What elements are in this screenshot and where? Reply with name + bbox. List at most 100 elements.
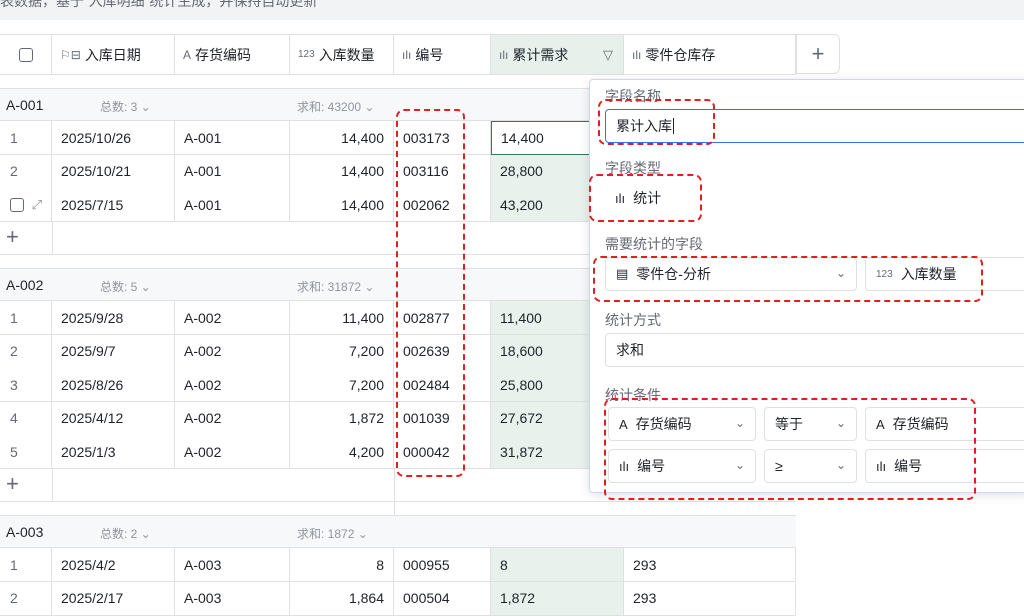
table-cell-qty[interactable]: 14,400 (290, 154, 394, 189)
divider (52, 469, 53, 502)
table-description: 表数据，基于“入库明细”统计生成，并保持自动更新 (0, 0, 318, 9)
chevron-down-icon: ⌄ (835, 458, 846, 472)
table-cell-qty[interactable]: 4,200 (290, 435, 394, 470)
column-header-cumulative[interactable]: ılı 累计需求 ▽ (491, 34, 624, 75)
table-cell-date[interactable]: 2025/4/2 (52, 548, 175, 582)
table-cell-stock[interactable]: 293 (624, 581, 796, 616)
table-cell-date[interactable]: 2025/2/17 (52, 581, 175, 616)
row-checkbox[interactable] (10, 197, 24, 212)
table-cell-qty[interactable]: 1,864 (290, 581, 394, 616)
group-count[interactable]: 总数: 2 ⌄ (100, 525, 151, 542)
table-cell-code[interactable]: A-003 (175, 581, 290, 616)
table-cell-date[interactable]: 2025/8/26 (52, 368, 175, 403)
table-cell-qty[interactable]: 11,400 (290, 301, 394, 335)
column-header-no[interactable]: ılı 编号 (394, 34, 491, 75)
chevron-down-icon: ⌄ (734, 416, 745, 430)
field-name-input[interactable]: 累计入库 (605, 109, 1024, 143)
chevron-down-icon: ⌄ (835, 416, 846, 430)
field-config-panel: 字段名称 累计入库 字段类型 ılı 统计 需要统计的字段 ▤ 零件仓-分析 ⌄… (589, 79, 1024, 493)
table-cell-date[interactable]: 2025/9/7 (52, 334, 175, 369)
table-cell-idx[interactable]: 1 (0, 301, 52, 335)
group-sum[interactable]: 求和: 43200 ⌄ (297, 98, 374, 115)
stat-table-select[interactable]: ▤ 零件仓-分析 ⌄ (605, 257, 857, 291)
divider (52, 222, 53, 255)
table-cell-date[interactable]: 2025/4/12 (52, 401, 175, 436)
table-cell-no[interactable]: 003173 (394, 121, 491, 155)
table-cell-no[interactable]: 000955 (394, 548, 491, 582)
condition-1-op-select[interactable]: 等于 ⌄ (764, 407, 857, 441)
table-cell-qty[interactable]: 7,200 (290, 334, 394, 369)
column-header-qty[interactable]: 123 入库数量 (290, 34, 394, 75)
table-cell-code[interactable]: A-002 (175, 401, 290, 436)
column-header-date[interactable]: ⚐⊟ 入库日期 (52, 34, 175, 75)
condition-1-right-select[interactable]: A 存货编码 (865, 407, 1024, 441)
table-cell-date[interactable]: 2025/7/15 (52, 188, 175, 223)
select-all-checkbox[interactable] (18, 47, 33, 62)
column-header-code[interactable]: A 存货编码 (175, 34, 290, 75)
table-cell-qty[interactable]: 1,872 (290, 401, 394, 436)
column-header-stock[interactable]: ılı 零件仓库存 (624, 34, 796, 75)
condition-2-op-select[interactable]: ≥ ⌄ (764, 449, 857, 483)
group-title: A-001 (6, 97, 44, 113)
table-cell-qty[interactable]: 14,400 (290, 121, 394, 155)
table-cell-no[interactable]: 002877 (394, 301, 491, 335)
table-cell-code[interactable]: A-002 (175, 368, 290, 403)
table-cell-no[interactable]: 002639 (394, 334, 491, 369)
field-type-label: 字段类型 (605, 160, 661, 176)
expand-icon[interactable]: ⤢ (32, 197, 42, 213)
condition-2-left-select[interactable]: ılı 编号 ⌄ (608, 449, 756, 483)
table-cell-idx[interactable]: 2 (0, 334, 52, 369)
table-cell-idx[interactable]: 1 (0, 548, 52, 582)
table-cell-idx[interactable]: 2 (0, 154, 52, 189)
table-cell-no[interactable]: 002062 (394, 188, 491, 223)
table-cell-code[interactable]: A-003 (175, 548, 290, 582)
table-cell-idx[interactable]: 3 (0, 368, 52, 403)
select-all-header[interactable] (0, 34, 52, 75)
field-type-select[interactable]: ılı 统计 (605, 181, 1024, 215)
condition-label: 统计条件 (605, 387, 661, 403)
group-sum[interactable]: 求和: 1872 ⌄ (297, 525, 368, 542)
table-cell-cum[interactable]: 1,872 (491, 581, 624, 616)
table-cell-qty[interactable]: 14,400 (290, 188, 394, 223)
table-cell-idx[interactable]: 2 (0, 581, 52, 616)
table-cell-idx[interactable]: 4 (0, 401, 52, 436)
table-cell-code[interactable]: A-001 (175, 154, 290, 189)
table-cell-no[interactable]: 000042 (394, 435, 491, 470)
stat-field-icon: ılı (402, 47, 412, 62)
group-title: A-002 (6, 277, 44, 293)
group-header[interactable]: A-003 总数: 2 ⌄ 求和: 1872 ⌄ (0, 515, 796, 548)
table-cell-code[interactable]: A-001 (175, 188, 290, 223)
stat-field-select[interactable]: 123 入库数量 (865, 257, 1024, 291)
condition-2-right-select[interactable]: ılı 编号 (865, 449, 1024, 483)
table-cell-idx[interactable]: 1 (0, 121, 52, 155)
table-cell-cum[interactable]: 8 (491, 548, 624, 582)
table-cell-date[interactable]: 2025/10/21 (52, 154, 175, 189)
stat-field-label: 需要统计的字段 (605, 236, 703, 252)
group-sum[interactable]: 求和: 31872 ⌄ (297, 278, 374, 295)
table-cell-code[interactable]: A-001 (175, 121, 290, 155)
table-cell-idx[interactable]: ⤢ (0, 188, 52, 223)
method-select[interactable]: 求和 (605, 333, 1024, 367)
table-cell-no[interactable]: 002484 (394, 368, 491, 403)
chevron-down-icon: ⌄ (734, 458, 745, 472)
table-cell-date[interactable]: 2025/10/26 (52, 121, 175, 155)
condition-1-left-select[interactable]: A 存货编码 ⌄ (608, 407, 756, 441)
table-cell-stock[interactable]: 293 (624, 548, 796, 582)
table-cell-idx[interactable]: 5 (0, 435, 52, 470)
table-cell-date[interactable]: 2025/1/3 (52, 435, 175, 470)
table-cell-code[interactable]: A-002 (175, 301, 290, 335)
table-cell-qty[interactable]: 8 (290, 548, 394, 582)
table-cell-no[interactable]: 003116 (394, 154, 491, 189)
table-icon: ▤ (616, 266, 629, 281)
table-cell-code[interactable]: A-002 (175, 435, 290, 470)
add-column-button[interactable]: + (796, 34, 840, 74)
group-count[interactable]: 总数: 3 ⌄ (100, 98, 151, 115)
group-count[interactable]: 总数: 5 ⌄ (100, 278, 151, 295)
stat-field-icon: ılı (499, 47, 509, 62)
table-cell-no[interactable]: 000504 (394, 581, 491, 616)
table-cell-qty[interactable]: 7,200 (290, 368, 394, 403)
table-cell-code[interactable]: A-002 (175, 334, 290, 369)
table-cell-date[interactable]: 2025/9/28 (52, 301, 175, 335)
table-cell-no[interactable]: 001039 (394, 401, 491, 436)
filter-icon[interactable]: ▽ (603, 47, 613, 63)
